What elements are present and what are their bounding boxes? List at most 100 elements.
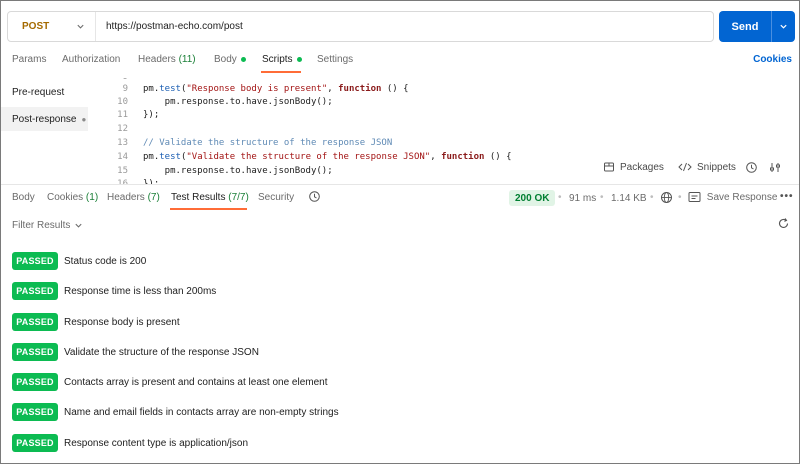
cookies-link[interactable]: Cookies: [753, 54, 792, 65]
code-text: });: [143, 110, 160, 120]
postman-window: POST https://postman-echo.com/post Send …: [0, 0, 800, 464]
history-icon: [746, 161, 757, 173]
sidebar-item-pre-request[interactable]: Pre-request: [1, 80, 88, 104]
test-name: Response time is less than 200ms: [64, 285, 217, 297]
network-icon-button[interactable]: [660, 191, 673, 207]
test-result-row: PASSED Status code is 200: [12, 252, 146, 270]
passed-badge: PASSED: [12, 313, 58, 331]
chevron-down-icon: [780, 24, 787, 29]
test-name: Response content type is application/jso…: [64, 437, 249, 449]
modified-dot: ●: [81, 114, 87, 124]
line-number: 15: [117, 166, 128, 176]
line-number: 14: [117, 152, 128, 162]
send-label: Send: [731, 20, 759, 33]
line-number: 12: [117, 124, 128, 134]
sidebar-item-label: Pre-request: [12, 86, 65, 98]
method-select[interactable]: POST: [8, 12, 96, 41]
more-options-icon[interactable]: •••: [780, 191, 794, 202]
code-text: pm.test("Validate the structure of the r…: [143, 152, 512, 162]
tab-authorization[interactable]: Authorization: [62, 54, 120, 65]
tab-label: Params: [12, 54, 47, 65]
editor-toolbar: Packages Snippets: [593, 153, 780, 181]
modified-dot: [240, 56, 246, 62]
filter-label: Filter Results: [12, 220, 71, 231]
code-text: pm.response.to.have.jsonBody();: [143, 97, 333, 107]
passed-badge: PASSED: [12, 343, 58, 361]
passed-badge: PASSED: [12, 252, 58, 270]
request-url-bar: POST https://postman-echo.com/post: [7, 11, 714, 42]
history-icon: [309, 191, 320, 202]
refresh-button[interactable]: [777, 217, 790, 233]
save-icon: [688, 192, 701, 202]
snippets-label: Snippets: [697, 161, 736, 173]
tab-params[interactable]: Params: [12, 54, 46, 65]
tab-label: Settings: [317, 54, 354, 65]
sliders-icon: [770, 162, 780, 172]
sidebar-item-post-response[interactable]: Post-response ●: [1, 107, 88, 131]
line-number: 10: [117, 97, 128, 107]
test-result-row: PASSED Response content type is applicati…: [12, 434, 248, 452]
code-comment: // Validate the structure of the respons…: [143, 138, 393, 148]
separator-dot: •: [558, 192, 562, 203]
tab-response-cookies[interactable]: Cookies (1): [47, 192, 98, 203]
test-result-row: PASSED Contacts array is present and cont…: [12, 373, 327, 391]
history-button[interactable]: [308, 190, 321, 206]
method-label: POST: [22, 21, 50, 32]
status-badge[interactable]: 200 OK: [509, 190, 556, 206]
filter-results-dropdown[interactable]: Filter Results: [12, 220, 83, 231]
tab-count: (7): [147, 192, 160, 203]
code-text: pm.test("Response body is present", func…: [143, 84, 409, 94]
tab-label: Body: [214, 54, 237, 65]
line-number: 11: [117, 110, 128, 120]
url-input[interactable]: https://postman-echo.com/post: [96, 21, 243, 32]
settings-button[interactable]: [769, 161, 787, 174]
code-text: pm.response.to.have.jsonBody();: [143, 166, 333, 176]
tab-headers[interactable]: Headers (11): [138, 54, 196, 65]
send-button[interactable]: Send: [719, 11, 795, 42]
passed-badge: PASSED: [12, 282, 58, 300]
tab-label: Scripts: [262, 54, 293, 65]
separator-dot: •: [600, 192, 604, 203]
history-button[interactable]: [745, 161, 763, 174]
tab-response-body[interactable]: Body: [12, 192, 35, 203]
passed-badge: PASSED: [12, 403, 58, 421]
active-tab-indicator: [170, 208, 247, 210]
test-name: Name and email fields in contacts array …: [64, 406, 339, 418]
request-tabs: Params Authorization Headers (11) Body S…: [1, 45, 799, 75]
passed-badge: PASSED: [12, 373, 58, 391]
snippets-button[interactable]: Snippets: [678, 161, 736, 173]
tab-count: (1): [85, 192, 99, 203]
line-number: 9: [122, 84, 128, 94]
tab-security[interactable]: Security: [258, 192, 294, 203]
tab-settings[interactable]: Settings: [317, 54, 353, 65]
response-size[interactable]: 1.14 KB: [611, 193, 647, 204]
packages-button[interactable]: Packages: [603, 161, 664, 173]
save-response-label: Save Response: [706, 191, 778, 203]
tab-label: Security: [258, 192, 295, 203]
test-name: Validate the structure of the response J…: [64, 346, 259, 358]
tab-scripts[interactable]: Scripts: [262, 54, 302, 65]
tab-response-headers[interactable]: Headers (7): [107, 192, 160, 203]
packages-label: Packages: [620, 161, 664, 173]
response-time[interactable]: 91 ms: [569, 193, 596, 204]
tab-label: Authorization: [62, 54, 121, 65]
test-result-row: PASSED Response time is less than 200ms: [12, 282, 216, 300]
tab-body[interactable]: Body: [214, 54, 246, 65]
save-response-button[interactable]: Save Response: [688, 191, 777, 203]
tab-test-results[interactable]: Test Results (7/7): [171, 192, 249, 203]
test-result-row: PASSED Validate the structure of the resp…: [12, 343, 259, 361]
tab-count: (7/7): [228, 192, 249, 203]
package-icon: [604, 162, 614, 172]
tab-label: Headers: [138, 54, 176, 65]
line-number: 9: [88, 78, 128, 82]
test-name: Status code is 200: [64, 255, 147, 267]
test-result-row: PASSED Response body is present: [12, 313, 180, 331]
tab-count: (11): [178, 54, 196, 65]
tab-label: Body: [12, 192, 35, 203]
tab-label: Headers: [107, 192, 145, 203]
sidebar-item-label: Post-response: [12, 113, 77, 125]
modified-dot: [296, 56, 302, 62]
separator-dot: •: [650, 192, 654, 203]
test-name: Response body is present: [64, 316, 180, 328]
send-options-button[interactable]: [772, 22, 795, 31]
